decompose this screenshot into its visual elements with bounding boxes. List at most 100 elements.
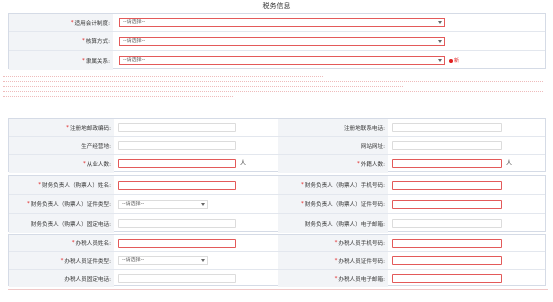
row-affiliation: * 隶属关系: --请选择-- 新 [9,51,545,70]
agent-email-label: * 办税人员电子邮箱: [278,270,388,287]
required-mark: * [81,38,85,44]
agent-id-no-label-text: 办税人员证件号码: [338,258,385,265]
accounting-system-select-value: --请选择-- [123,19,146,25]
chevron-down-icon [201,203,205,206]
employees-label-text: 从业人数: [86,162,111,168]
finance-name-label-text: 财务负责人（购票人）姓名: [41,183,111,189]
agent-email-input[interactable] [392,274,502,283]
settlement-method-select[interactable]: --请选择-- [119,37,445,46]
agent-id-type-select[interactable]: --请选择-- [118,256,208,265]
notes-line [3,73,323,77]
row-postal: * 注册地邮政编码: 注册地联系电话: [9,119,545,137]
finance-email-input[interactable] [392,219,502,228]
finance-section: * 财务负责人（购票人）姓名: * 财务负责人（购票人）手机号码: * 财务负责… [8,175,546,233]
chevron-down-icon [201,259,205,262]
website-cell [388,137,547,154]
finance-id-type-select[interactable]: --请选择-- [118,200,208,209]
website-label-text: 网站网址: [360,143,385,150]
finance-phone-label-text: 财务负责人（购票人）固定电话: [30,221,111,228]
row-agent-name: * 办税人员姓名: * 办税人员手机号码: [9,235,545,252]
agent-phone-input[interactable] [118,274,236,283]
agent-id-no-cell [388,252,547,269]
business-place-cell [114,137,278,154]
employees-label: * 从业人数: [9,155,114,173]
new-dot-icon [449,58,453,63]
required-mark: * [356,161,360,167]
agent-mobile-label-text: 办税人员手机号码: [338,241,385,247]
postal-cell [114,119,278,136]
chevron-down-icon [438,21,442,24]
business-place-input[interactable] [118,141,236,150]
required-mark: * [81,57,85,64]
employees-cell: 人 [114,155,278,173]
tax-agent-section: * 办税人员姓名: * 办税人员手机号码: * 办税人员证件类型: --请选择-… [8,234,546,287]
settlement-method-select-value: --请选择-- [123,38,146,44]
agent-phone-cell [114,270,278,287]
required-mark: * [82,161,86,167]
agent-name-input[interactable] [118,239,236,248]
row-agent-id: * 办税人员证件类型: --请选择-- * 办税人员证件号码: [9,252,545,270]
settlement-method-cell: --请选择-- [113,32,547,50]
finance-phone-cell [114,214,278,233]
required-mark: * [301,201,304,207]
agent-mobile-cell [388,235,547,251]
finance-phone-input[interactable] [118,219,236,228]
finance-phone-label: 财务负责人（购票人）固定电话: [9,214,114,233]
accounting-system-label-text: 适用会计制度: [74,20,110,27]
postal-input[interactable] [118,123,236,132]
agent-phone-label-text: 办税人员固定电话: [64,276,111,283]
foreign-employees-unit: 人 [506,160,513,167]
website-label: 网站网址: [278,137,388,154]
finance-name-input[interactable] [118,181,236,190]
row-finance-id: * 财务负责人（购票人）证件类型: --请选择-- * 财务负责人（购票人）证件… [9,195,545,214]
finance-id-type-select-value: --请选择-- [122,201,145,207]
required-mark: * [27,201,30,207]
finance-mobile-input[interactable] [392,181,502,190]
website-input[interactable] [392,141,502,150]
row-finance-contact: 财务负责人（购票人）固定电话: 财务负责人（购票人）电子邮箱: [9,214,545,233]
finance-email-label: 财务负责人（购票人）电子邮箱: [278,214,388,233]
business-place-label-text: 生产经营地: [81,143,111,150]
finance-mobile-label-text: 财务负责人（购票人）手机号码: [304,183,385,189]
postal-label-text: 注册地邮政编码: [69,125,111,132]
finance-mobile-cell [388,176,547,194]
row-employees: * 从业人数: 人 * 外籍人数: 人 [9,155,545,173]
required-mark: * [334,257,338,264]
accounting-system-select[interactable]: --请选择-- [119,18,445,27]
settlement-method-label-text: 核算方式: [85,39,110,45]
accounting-system-cell: --请选择-- [113,14,547,31]
agent-id-no-input[interactable] [392,256,502,265]
row-agent-contact: 办税人员固定电话: * 办税人员电子邮箱: [9,270,545,287]
finance-email-label-text: 财务负责人（购票人）电子邮箱: [304,221,385,228]
required-mark: * [38,182,41,188]
postal-label: * 注册地邮政编码: [9,119,114,136]
agent-mobile-input[interactable] [392,239,502,248]
agent-id-type-cell: --请选择-- [114,252,278,269]
affiliation-select[interactable]: --请选择-- [119,56,445,65]
finance-mobile-label: * 财务负责人（购票人）手机号码: [278,176,388,194]
new-badge: 新 [449,57,459,64]
foreign-employees-input[interactable] [392,159,502,168]
finance-id-type-label: * 财务负责人（购票人）证件类型: [9,195,114,213]
reg-phone-label: 注册地联系电话: [278,119,388,136]
footer-note [8,289,548,297]
finance-id-no-input[interactable] [392,200,502,209]
required-mark: * [301,182,304,188]
required-mark: * [334,240,338,246]
reg-phone-input[interactable] [392,123,502,132]
notes-area [0,72,553,117]
agent-email-label-text: 办税人员电子邮箱: [338,276,385,283]
finance-name-cell [114,176,278,194]
row-finance-name: * 财务负责人（购票人）姓名: * 财务负责人（购票人）手机号码: [9,176,545,195]
required-mark: * [334,275,338,282]
reg-phone-cell [388,119,547,136]
finance-id-type-label-text: 财务负责人（购票人）证件类型: [30,202,111,208]
employees-input[interactable] [118,159,236,168]
business-place-label: 生产经营地: [9,137,114,154]
accounting-system-label: * 适用会计制度: [9,14,113,31]
agent-id-type-select-value: --请选择-- [122,257,145,263]
new-badge-text: 新 [454,58,460,64]
page-title: 税务信息 [262,2,291,10]
row-business: 生产经营地: 网站网址: [9,137,545,155]
employees-unit: 人 [240,160,247,167]
